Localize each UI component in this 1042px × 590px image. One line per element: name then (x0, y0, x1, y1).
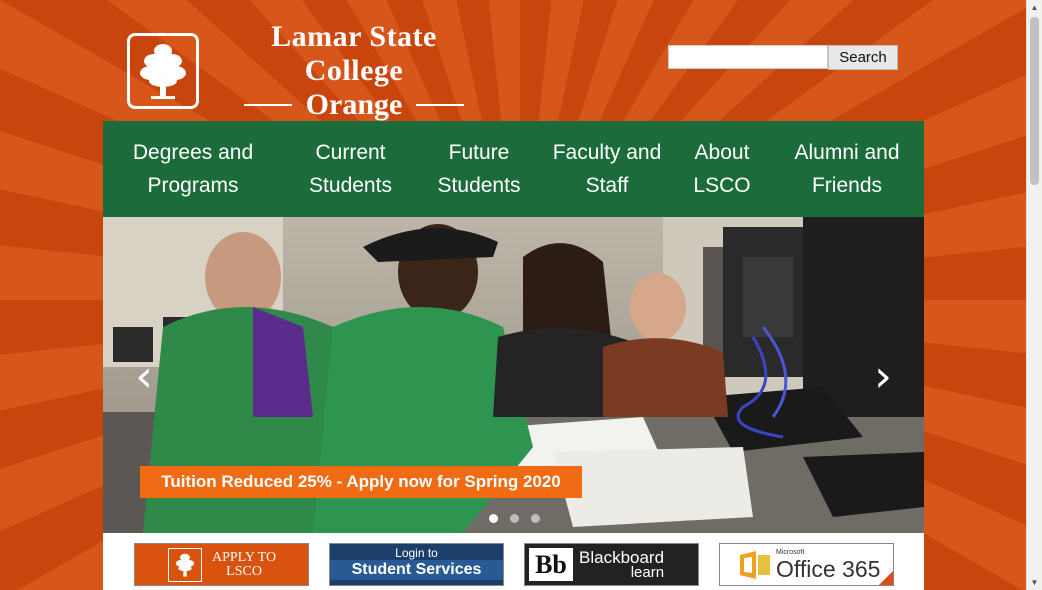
slider-dot[interactable] (531, 514, 540, 523)
login-label-line2: Student Services (330, 560, 503, 580)
blackboard-learn-button[interactable]: Bb Blackboard learn (524, 543, 699, 586)
blackboard-label-line1: Blackboard (579, 547, 665, 567)
nav-item-degrees-and-programs[interactable]: Degrees and Programs (103, 136, 283, 202)
tree-icon (127, 33, 199, 109)
office-label: Microsoft Office 365 (776, 549, 880, 581)
logo-text: Lamar State College Orange (219, 20, 489, 122)
search-button[interactable]: Search (828, 45, 898, 70)
main-nav: Degrees and Programs Current Students Fu… (103, 121, 924, 217)
hero-slider[interactable]: Tuition Reduced 25% - Apply now for Spri… (103, 217, 924, 533)
scroll-up-icon[interactable]: ▲ (1027, 0, 1042, 15)
site-logo[interactable]: Lamar State College Orange (127, 20, 489, 122)
college-name: Lamar State College (271, 20, 437, 87)
office-365-button[interactable]: Microsoft Office 365 (719, 543, 894, 586)
search-input[interactable] (668, 45, 828, 69)
apply-label-line1: APPLY TO (212, 549, 277, 565)
login-label-line1: Login to (395, 546, 438, 560)
divider (416, 104, 465, 106)
campus-name: Orange (305, 88, 403, 121)
blackboard-label: Blackboard learn (579, 547, 665, 581)
search-form: Search (668, 45, 898, 70)
slider-dot[interactable] (489, 514, 498, 523)
campus-name-row: Orange (219, 88, 489, 122)
nav-item-about-lsco[interactable]: About LSCO (674, 136, 770, 202)
student-services-login-button[interactable]: Login to Student Services (329, 543, 504, 586)
nav-item-faculty-and-staff[interactable]: Faculty and Staff (540, 136, 674, 202)
slider-dots (489, 514, 552, 523)
office-label-line2: Office 365 (776, 555, 881, 582)
page: Lamar State College Orange Search Degree… (0, 0, 1027, 590)
scrollbar-thumb[interactable] (1030, 17, 1039, 185)
nav-item-future-students[interactable]: Future Students (418, 136, 540, 202)
slider-dot[interactable] (510, 514, 519, 523)
nav-item-current-students[interactable]: Current Students (283, 136, 418, 202)
blackboard-label-line2: learn (630, 563, 665, 581)
apply-to-lsco-button[interactable]: APPLY TO LSCO (134, 543, 309, 586)
chevron-left-icon[interactable]: ‹ (129, 355, 159, 399)
blackboard-logo-icon: Bb (529, 548, 573, 581)
chevron-right-icon[interactable]: › (868, 355, 898, 399)
corner-accent (879, 571, 893, 585)
scroll-down-icon[interactable]: ▼ (1027, 575, 1042, 590)
apply-label: APPLY TO LSCO (212, 549, 277, 579)
divider (243, 104, 292, 106)
vertical-scrollbar[interactable]: ▲ ▼ (1026, 0, 1042, 590)
quick-links: APPLY TO LSCO Login to Student Services … (103, 533, 924, 590)
tree-icon (168, 547, 202, 582)
nav-item-alumni-and-friends[interactable]: Alumni and Friends (770, 136, 924, 202)
slide-caption[interactable]: Tuition Reduced 25% - Apply now for Spri… (140, 466, 582, 498)
apply-label-line2: LSCO (226, 563, 262, 579)
office-logo-icon (740, 550, 770, 579)
